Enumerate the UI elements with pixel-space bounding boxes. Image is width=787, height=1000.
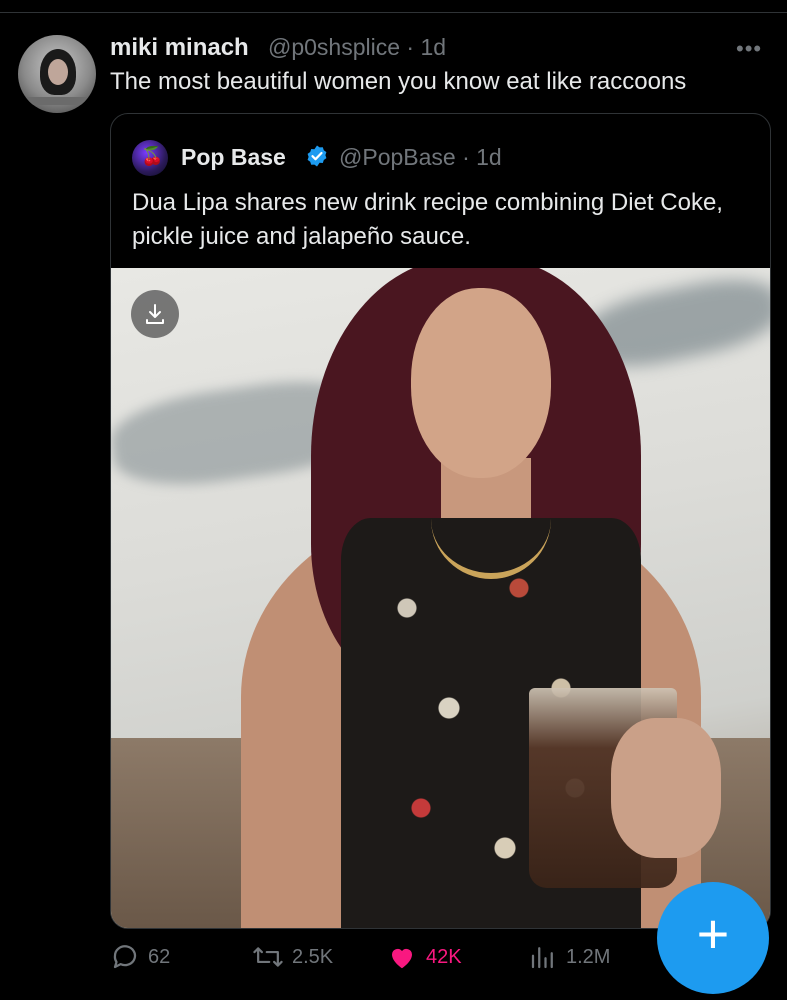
author-handle-time[interactable]: @p0shsplice · 1d (268, 34, 446, 61)
like-count: 42K (426, 945, 462, 968)
avatar-strip (24, 97, 90, 105)
download-button[interactable] (131, 290, 179, 338)
views-button[interactable]: 1.2M (528, 942, 610, 972)
heart-icon (392, 948, 412, 969)
compose-button[interactable]: + (657, 882, 769, 994)
quoted-author-avatar: 🍒 (132, 140, 168, 176)
views-count: 1.2M (566, 945, 611, 968)
person-face (411, 288, 551, 478)
retweet-button[interactable]: 2.5K (252, 942, 333, 972)
quoted-author-handle-time: @PopBase · 1d (339, 144, 502, 170)
reply-button[interactable]: 62 (110, 942, 170, 972)
quoted-tweet-text: Dua Lipa shares new drink recipe combini… (132, 189, 723, 250)
quoted-tweet[interactable]: 🍒 Pop Base @PopBase · 1d Dua Lipa shares… (110, 113, 771, 929)
quoted-author-name: Pop Base (181, 144, 286, 170)
like-button[interactable]: 42K (386, 942, 462, 972)
top-divider (0, 12, 787, 13)
verified-badge-icon (307, 145, 327, 167)
tweet-media-image[interactable] (111, 268, 770, 928)
tweet-text: The most beautiful women you know eat li… (110, 68, 687, 95)
reply-count: 62 (148, 945, 171, 968)
download-icon (146, 304, 164, 324)
person-hand (611, 718, 721, 858)
cherry-icon: 🍒 (141, 146, 164, 166)
more-options-icon[interactable]: ••• (736, 36, 762, 62)
author-avatar[interactable] (18, 35, 96, 113)
author-name[interactable]: miki minach (110, 34, 249, 62)
views-chart-icon (531, 947, 553, 969)
avatar-face (48, 59, 68, 85)
retweet-icon (253, 947, 283, 967)
retweet-count: 2.5K (292, 945, 334, 968)
reply-icon (113, 945, 137, 969)
plus-icon: + (696, 902, 730, 965)
